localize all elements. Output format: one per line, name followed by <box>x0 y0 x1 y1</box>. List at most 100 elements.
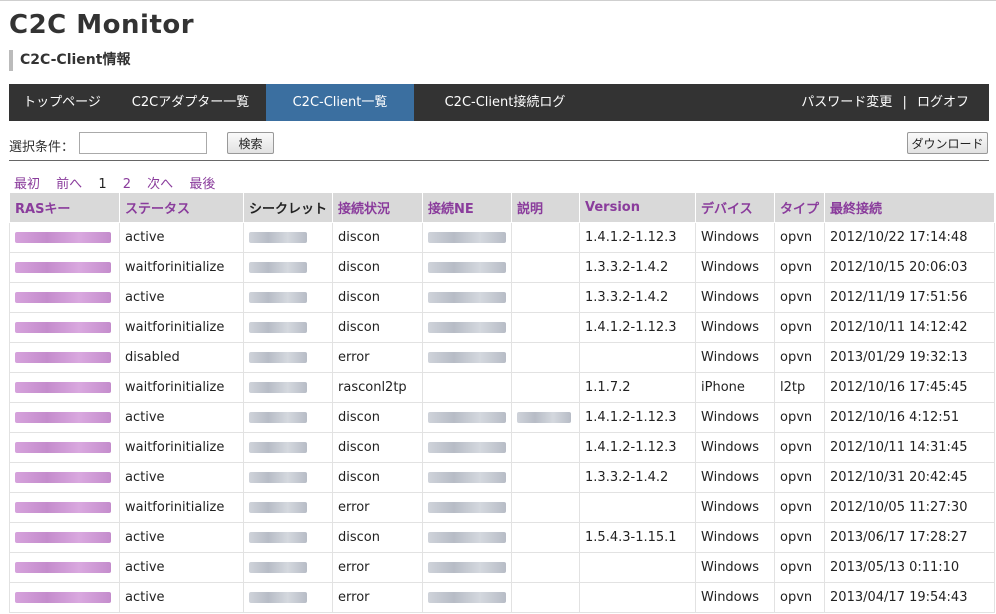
ras-key-redacted[interactable] <box>15 442 111 453</box>
ras-key-cell[interactable] <box>9 522 120 553</box>
search-button[interactable]: 検索 <box>227 132 274 154</box>
col-last-connect[interactable]: 最終接続 <box>824 192 996 223</box>
description-cell <box>511 552 581 583</box>
ras-key-redacted[interactable] <box>15 382 111 393</box>
secret-redacted <box>249 412 307 423</box>
ras-key-cell[interactable] <box>9 432 120 463</box>
ras-key-cell[interactable] <box>9 252 120 283</box>
type-cell: opvn <box>774 522 826 553</box>
status-cell: waitforinitialize <box>119 492 244 523</box>
nav-item-adapter-list[interactable]: C2Cアダプター一覧 <box>115 84 266 121</box>
device-cell: Windows <box>695 282 776 313</box>
col-conn-ne[interactable]: 接続NE <box>422 192 513 223</box>
divider <box>9 160 989 161</box>
secret-redacted <box>249 442 307 453</box>
secret-cell <box>242 582 334 613</box>
change-password-link[interactable]: パスワード変更 <box>801 95 892 110</box>
table-row[interactable]: active discon 1.5.4.3-1.15.1 Windows opvn 201… <box>9 522 996 553</box>
col-status[interactable]: ステータス <box>119 192 244 223</box>
col-ras-key[interactable]: RASキー <box>9 192 120 223</box>
col-type[interactable]: タイプ <box>774 192 826 223</box>
pager-first[interactable]: 最初 <box>14 177 40 192</box>
pager-prev[interactable]: 前へ <box>56 177 82 192</box>
table-row[interactable]: disabled error Windows opvn 2013/01/29 19:32… <box>9 342 996 373</box>
status-cell: active <box>119 552 244 583</box>
app-title: C2C Monitor <box>9 10 195 40</box>
ras-key-redacted[interactable] <box>15 592 111 603</box>
type-cell: opvn <box>774 342 826 373</box>
ras-key-redacted[interactable] <box>15 562 111 573</box>
table-row[interactable]: active discon 1.3.3.2-1.4.2 Windows opvn 2012… <box>9 462 996 493</box>
type-cell: l2tp <box>774 372 826 403</box>
description-cell <box>511 252 581 283</box>
ne-redacted <box>428 352 507 363</box>
table-row[interactable]: waitforinitialize error Windows opvn 2012/10… <box>9 492 996 523</box>
col-version[interactable]: Version <box>579 192 697 223</box>
ras-key-redacted[interactable] <box>15 352 111 363</box>
table-row[interactable]: waitforinitialize discon 1.4.1.2-1.12.3 Win… <box>9 312 996 343</box>
ras-key-redacted[interactable] <box>15 472 111 483</box>
col-device[interactable]: デバイス <box>695 192 776 223</box>
table-row[interactable]: active discon 1.4.1.2-1.12.3 Windows opvn 201… <box>9 222 996 253</box>
version-cell <box>579 342 697 373</box>
conn-status-cell: discon <box>332 252 424 283</box>
secret-redacted <box>249 472 307 483</box>
ras-key-redacted[interactable] <box>15 412 111 423</box>
col-conn-status[interactable]: 接続状況 <box>332 192 424 223</box>
ras-key-cell[interactable] <box>9 462 120 493</box>
ras-key-cell[interactable] <box>9 222 120 253</box>
secret-cell <box>242 282 334 313</box>
ras-key-redacted[interactable] <box>15 322 111 333</box>
ras-key-redacted[interactable] <box>15 502 111 513</box>
table-row[interactable]: waitforinitialize rasconl2tp 1.1.7.2 iPhone… <box>9 372 996 403</box>
conn-ne-cell <box>422 402 513 433</box>
table-body: active discon 1.4.1.2-1.12.3 Windows opvn 201… <box>9 222 996 613</box>
conn-ne-cell <box>422 552 513 583</box>
filter-input[interactable] <box>79 132 207 154</box>
ras-key-redacted[interactable] <box>15 262 111 273</box>
nav-item-top-page[interactable]: トップページ <box>9 84 115 121</box>
ras-key-cell[interactable] <box>9 492 120 523</box>
secret-cell <box>242 462 334 493</box>
ras-key-cell[interactable] <box>9 342 120 373</box>
table-row[interactable]: active error Windows opvn 2013/05/13 0:11:10 <box>9 552 996 583</box>
conn-status-cell: error <box>332 342 424 373</box>
table-row[interactable]: waitforinitialize discon 1.4.1.2-1.12.3 Win… <box>9 432 996 463</box>
ne-redacted <box>428 502 507 513</box>
pager-last[interactable]: 最後 <box>189 177 215 192</box>
table-row[interactable]: active error Windows opvn 2013/04/17 19:54:4… <box>9 582 996 613</box>
ras-key-redacted[interactable] <box>15 292 111 303</box>
description-cell <box>511 492 581 523</box>
secret-redacted <box>249 322 307 333</box>
ras-key-redacted[interactable] <box>15 232 111 243</box>
device-cell: Windows <box>695 492 776 523</box>
nav-item-client-log[interactable]: C2C-Client接続ログ <box>414 84 596 121</box>
col-description[interactable]: 説明 <box>511 192 581 223</box>
table-row[interactable]: active discon 1.3.3.2-1.4.2 Windows opvn 2012… <box>9 282 996 313</box>
ras-key-redacted[interactable] <box>15 532 111 543</box>
last-connect-cell: 2012/10/11 14:31:45 <box>824 432 996 463</box>
device-cell: Windows <box>695 462 776 493</box>
download-button[interactable]: ダウンロード <box>907 132 988 154</box>
ras-key-cell[interactable] <box>9 402 120 433</box>
conn-status-cell: discon <box>332 282 424 313</box>
table-row[interactable]: waitforinitialize discon 1.3.3.2-1.4.2 Wind… <box>9 252 996 283</box>
ras-key-cell[interactable] <box>9 582 120 613</box>
conn-ne-cell <box>422 582 513 613</box>
ras-key-cell[interactable] <box>9 282 120 313</box>
pager-next[interactable]: 次へ <box>147 177 173 192</box>
type-cell: opvn <box>774 462 826 493</box>
ne-redacted <box>428 472 507 483</box>
description-cell <box>511 282 581 313</box>
logoff-link[interactable]: ログオフ <box>917 95 969 110</box>
ras-key-cell[interactable] <box>9 372 120 403</box>
nav-item-client-list[interactable]: C2C-Client一覧 <box>266 84 414 121</box>
ras-key-cell[interactable] <box>9 312 120 343</box>
table-row[interactable]: active discon 1.4.1.2-1.12.3 Windows opvn 201… <box>9 402 996 433</box>
pager-page-2[interactable]: 2 <box>123 177 131 192</box>
secret-cell <box>242 492 334 523</box>
last-connect-cell: 2012/10/16 17:45:45 <box>824 372 996 403</box>
pager-current: 1 <box>98 177 107 192</box>
ras-key-cell[interactable] <box>9 552 120 583</box>
description-cell <box>511 402 581 433</box>
